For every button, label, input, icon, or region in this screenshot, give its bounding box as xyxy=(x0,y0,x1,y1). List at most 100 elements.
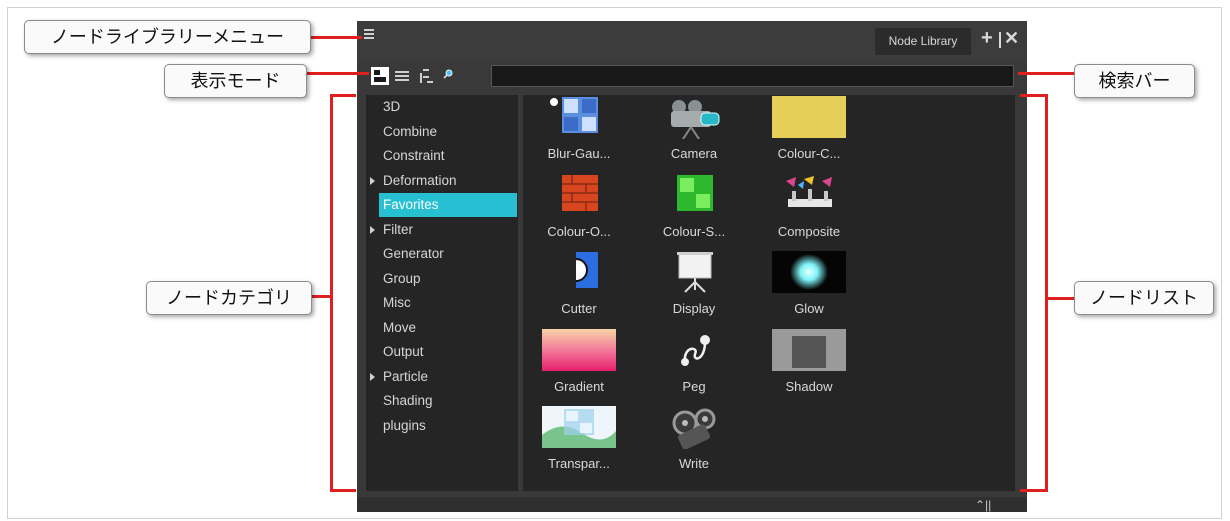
menu-callout-line xyxy=(309,36,362,39)
category-label: Move xyxy=(383,319,417,335)
category-item[interactable]: Constraint xyxy=(379,144,517,168)
transparency-icon xyxy=(540,405,618,449)
nodelist-callout-line xyxy=(1045,297,1075,300)
node-label: Glow xyxy=(794,301,824,316)
composite-icon xyxy=(770,173,848,217)
node-label: Camera xyxy=(670,146,718,161)
category-bracket-vertical xyxy=(330,94,333,492)
node-label: Composite xyxy=(777,223,841,239)
collapse-icon[interactable]: ⌃|| xyxy=(975,498,991,512)
search-callout-line xyxy=(1018,72,1074,75)
node-label: Write xyxy=(678,456,710,471)
node-label: Display xyxy=(672,301,716,316)
node-library-panel: Node Library + ✕ 3D Combine Constraint Defo… xyxy=(357,21,1027,512)
category-label: Combine xyxy=(383,123,438,139)
category-item[interactable]: Filter xyxy=(370,218,517,242)
node-item[interactable]: Glow xyxy=(769,250,849,324)
node-label: Shadow xyxy=(785,378,833,394)
category-item[interactable]: plugins xyxy=(379,414,517,438)
category-item[interactable]: Combine xyxy=(379,120,517,144)
gradient-icon xyxy=(540,328,618,372)
nodelist-bracket-vertical xyxy=(1045,94,1048,492)
camera-icon xyxy=(655,95,733,140)
glow-icon xyxy=(770,250,848,294)
callout-view-mode: 表示モード xyxy=(164,64,307,98)
colour-card-icon xyxy=(770,95,848,139)
blur-gaussian-icon xyxy=(540,95,618,139)
category-label: Particle xyxy=(383,368,429,384)
node-label: Peg xyxy=(682,378,706,394)
view-mode-callout-line xyxy=(305,72,369,75)
colour-scale-icon xyxy=(655,173,733,217)
node-item[interactable]: Colour-C... xyxy=(769,95,849,169)
node-item[interactable]: Display xyxy=(654,250,734,324)
callout-node-category: ノードカテゴリ xyxy=(146,281,312,315)
node-item[interactable]: Transpar... xyxy=(539,405,619,479)
node-item[interactable]: Shadow xyxy=(769,328,849,402)
category-item[interactable]: 3D xyxy=(379,95,517,119)
search-icon xyxy=(443,69,453,79)
category-label: 3D xyxy=(383,99,401,114)
display-icon xyxy=(655,250,733,294)
expand-arrow-icon[interactable] xyxy=(370,176,375,185)
category-bracket-top xyxy=(330,94,356,97)
category-item[interactable]: Deformation xyxy=(370,169,517,193)
hamburger-menu-icon[interactable] xyxy=(364,29,378,43)
category-item[interactable]: Group xyxy=(379,267,517,291)
node-item[interactable]: Composite xyxy=(769,173,849,247)
category-label: Output xyxy=(383,344,424,359)
node-label: Colour-O... xyxy=(547,223,611,239)
node-label: Transpar... xyxy=(548,456,610,471)
category-item[interactable]: Move xyxy=(379,316,517,340)
tree-view-icon[interactable] xyxy=(417,67,435,85)
node-label: Colour-S... xyxy=(662,223,726,239)
node-label: Gradient xyxy=(554,378,604,394)
thumbnail-view-icon[interactable] xyxy=(371,67,389,85)
category-item[interactable]: Shading xyxy=(379,389,517,413)
callout-node-library-menu: ノードライブラリーメニュー xyxy=(24,20,311,54)
node-item[interactable]: Blur-Gau... xyxy=(539,95,619,169)
category-list: 3D Combine Constraint Deformation Favorites F… xyxy=(366,95,518,491)
category-callout-line xyxy=(310,295,332,298)
write-icon xyxy=(655,405,733,450)
node-label: Colour-C... xyxy=(777,146,841,161)
category-label: Deformation xyxy=(383,172,457,188)
category-item[interactable]: Generator xyxy=(379,242,517,266)
tab-node-library[interactable]: Node Library xyxy=(875,28,971,55)
category-label: plugins xyxy=(383,417,426,433)
node-item[interactable]: Camera xyxy=(654,95,734,169)
node-item[interactable]: Colour-O... xyxy=(539,173,619,247)
category-bracket-bottom xyxy=(330,489,356,492)
node-item[interactable]: Gradient xyxy=(539,328,619,402)
category-item[interactable]: Misc xyxy=(379,291,517,315)
node-item[interactable]: Write xyxy=(654,405,734,479)
node-list: Blur-Gau... Camera Colour-C... Colour-O... C… xyxy=(523,95,1015,491)
callout-search-bar: 検索バー xyxy=(1074,64,1195,98)
search-input[interactable] xyxy=(491,65,1014,87)
nodelist-bracket-bottom xyxy=(1020,489,1048,492)
expand-arrow-icon[interactable] xyxy=(370,225,375,234)
category-label: Generator xyxy=(383,246,444,261)
category-item[interactable]: Particle xyxy=(370,365,517,389)
category-item[interactable]: Output xyxy=(379,340,517,364)
node-item[interactable]: Cutter xyxy=(539,250,619,324)
node-label: Blur-Gau... xyxy=(547,146,611,161)
node-item[interactable]: Colour-S... xyxy=(654,173,734,247)
category-label: Shading xyxy=(383,393,433,408)
category-item[interactable]: Favorites xyxy=(379,193,517,217)
expand-arrow-icon[interactable] xyxy=(370,372,375,381)
shadow-icon xyxy=(770,328,848,372)
category-label: Constraint xyxy=(383,148,445,163)
node-item[interactable]: Peg xyxy=(654,328,734,402)
separator xyxy=(999,32,1001,48)
category-label: Group xyxy=(383,270,421,286)
colour-override-icon xyxy=(540,173,618,217)
cutter-icon xyxy=(540,250,618,294)
panel-bottom-bar: ⌃|| xyxy=(357,497,1027,512)
callout-node-list: ノードリスト xyxy=(1074,281,1214,315)
category-label: Favorites xyxy=(383,197,439,212)
close-icon[interactable]: ✕ xyxy=(1004,28,1019,49)
add-view-icon[interactable]: + xyxy=(981,27,993,50)
list-view-icon[interactable] xyxy=(393,67,411,85)
category-label: Misc xyxy=(383,295,411,310)
